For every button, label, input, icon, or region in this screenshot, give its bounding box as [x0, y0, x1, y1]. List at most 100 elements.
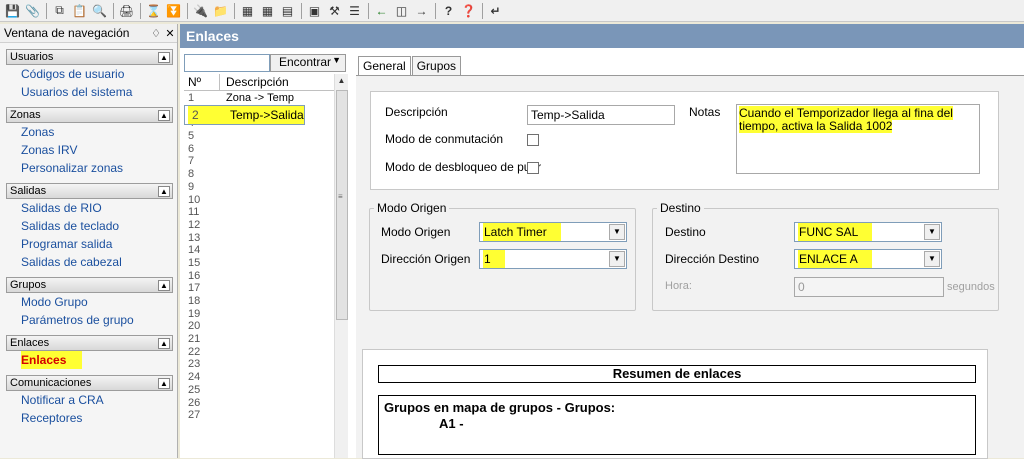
table-row[interactable]: 22 — [184, 346, 332, 359]
table-row[interactable]: 2 Temp->Salida — [184, 104, 305, 125]
table-row[interactable]: 15 — [184, 257, 332, 270]
list-scrollbar[interactable]: ▲ ≡ — [334, 74, 348, 458]
table-row[interactable]: 7 — [184, 155, 332, 168]
return-icon[interactable]: ↵ — [486, 1, 505, 20]
table-row[interactable]: 11 — [184, 206, 332, 219]
table-row[interactable]: 9 — [184, 181, 332, 194]
segundos-label: segundos — [947, 281, 995, 293]
chevron-down-icon[interactable]: ▼ — [609, 224, 625, 240]
find-input[interactable] — [184, 54, 270, 72]
nav-item-salidas-de-rio[interactable]: Salidas de RIO — [0, 199, 177, 217]
collapse-icon[interactable]: ▲ — [158, 109, 170, 121]
nav-item-personalizar-zonas[interactable]: Personalizar zonas — [0, 159, 177, 177]
nav-item-enlaces[interactable]: Enlaces — [0, 351, 177, 369]
back-arrow-icon[interactable]: ← — [372, 1, 391, 20]
modo-conmutacion-checkbox[interactable] — [527, 134, 539, 146]
destino-select[interactable]: FUNC SAL ▼ — [794, 222, 942, 242]
table-row[interactable]: 8 — [184, 168, 332, 181]
copy-icon[interactable]: ⧉ — [50, 1, 69, 20]
collapse-icon[interactable]: ▲ — [158, 279, 170, 291]
hourglass-icon[interactable]: ⌛ — [144, 1, 163, 20]
nav-item-zonas-irv[interactable]: Zonas IRV — [0, 141, 177, 159]
table-row[interactable]: 20 — [184, 320, 332, 333]
nav-group-enlaces: Enlaces ▲ Enlaces — [0, 335, 177, 369]
print-icon[interactable]: 🖨 — [117, 1, 136, 20]
tools-icon[interactable]: ⚒ — [325, 1, 344, 20]
table-row[interactable]: 13 — [184, 232, 332, 245]
save-icon[interactable]: 💾 — [3, 1, 22, 20]
chevron-down-icon[interactable]: ▼ — [609, 251, 625, 267]
nav-group-header[interactable]: Enlaces ▲ — [6, 335, 173, 351]
close-icon[interactable]: ✕ — [163, 27, 177, 40]
table-row[interactable]: 1 Zona -> Temp — [184, 92, 332, 105]
nav-item-zonas[interactable]: Zonas — [0, 123, 177, 141]
table-row[interactable]: 14 — [184, 244, 332, 257]
collapse-icon[interactable]: ▲ — [158, 337, 170, 349]
nav-group-header[interactable]: Salidas ▲ — [6, 183, 173, 199]
folder-icon[interactable]: 📁 — [211, 1, 230, 20]
modo-desbloqueo-checkbox[interactable] — [527, 162, 539, 174]
table-row[interactable]: 27 — [184, 409, 332, 422]
upload-icon[interactable]: ⏬ — [164, 1, 183, 20]
direccion-destino-select[interactable]: ENLACE A ▼ — [794, 249, 942, 269]
nav-group-header[interactable]: Comunicaciones ▲ — [6, 375, 173, 391]
table-row[interactable]: 16 — [184, 270, 332, 283]
direccion-origen-select[interactable]: 1 ▼ — [479, 249, 627, 269]
nav-item-parametros-de-grupo[interactable]: Parámetros de grupo — [0, 311, 177, 329]
attach-icon[interactable]: 📎 — [23, 1, 42, 20]
table-row[interactable]: 21 — [184, 333, 332, 346]
plug-icon[interactable]: 🔌 — [191, 1, 210, 20]
nav-item-usuarios-del-sistema[interactable]: Usuarios del sistema — [0, 83, 177, 101]
table-row[interactable]: 18 — [184, 295, 332, 308]
nav-item-salidas-de-cabezal[interactable]: Salidas de cabezal — [0, 253, 177, 271]
context-help-icon[interactable]: ❓ — [459, 1, 478, 20]
grid2-icon[interactable]: ▦ — [258, 1, 277, 20]
table-row[interactable]: 19 — [184, 308, 332, 321]
collapse-icon[interactable]: ▲ — [158, 377, 170, 389]
nav-item-salidas-de-teclado[interactable]: Salidas de teclado — [0, 217, 177, 235]
scrollbar-thumb[interactable] — [336, 90, 348, 320]
table-row[interactable]: 25 — [184, 384, 332, 397]
notas-textarea[interactable]: Cuando el Temporizador llega al fina del… — [736, 104, 980, 174]
nav-item-modo-grupo[interactable]: Modo Grupo — [0, 293, 177, 311]
grid-icon[interactable]: ▦ — [238, 1, 257, 20]
modo-origen-select[interactable]: Latch Timer ▼ — [479, 222, 627, 242]
help-icon[interactable]: ? — [439, 1, 458, 20]
nav-item-codigos-de-usuario[interactable]: Códigos de usuario — [0, 65, 177, 83]
nav-group-header[interactable]: Usuarios ▲ — [6, 49, 173, 65]
nav-item-notificar-a-cra[interactable]: Notificar a CRA — [0, 391, 177, 409]
descripcion-input[interactable]: Temp->Salida — [527, 105, 675, 125]
tab-grupos[interactable]: Grupos — [411, 56, 462, 76]
table-row[interactable]: 6 — [184, 143, 332, 156]
nav-group-label: Grupos — [10, 279, 47, 291]
table-row[interactable]: 10 — [184, 194, 332, 207]
column-header-num[interactable]: Nº — [184, 74, 220, 90]
paste-icon[interactable]: 📋 — [70, 1, 89, 20]
chevron-down-icon[interactable]: ▼ — [924, 224, 940, 240]
chevron-down-icon[interactable]: ▼ — [924, 251, 940, 267]
forward-arrow-icon[interactable]: → — [412, 1, 431, 20]
find-icon[interactable]: 🔍 — [90, 1, 109, 20]
table-row[interactable]: 24 — [184, 371, 332, 384]
panel-icon[interactable]: ◫ — [392, 1, 411, 20]
table-row[interactable]: 17 — [184, 282, 332, 295]
nav-item-receptores[interactable]: Receptores — [0, 409, 177, 427]
window-icon[interactable]: ▣ — [305, 1, 324, 20]
hora-input[interactable]: 0 — [794, 277, 944, 297]
table-row[interactable]: 12 — [184, 219, 332, 232]
collapse-icon[interactable]: ▲ — [158, 51, 170, 63]
nav-item-programar-salida[interactable]: Programar salida — [0, 235, 177, 253]
scroll-up-icon[interactable]: ▲ — [335, 74, 348, 88]
table-row[interactable]: 26 — [184, 397, 332, 410]
table-icon[interactable]: ▤ — [278, 1, 297, 20]
pin-icon[interactable]: ♢ — [149, 27, 163, 40]
find-button[interactable]: Encontrar ▼ — [270, 54, 346, 72]
tab-general[interactable]: General — [358, 56, 411, 77]
list-icon[interactable]: ☰ — [345, 1, 364, 20]
nav-group-header[interactable]: Zonas ▲ — [6, 107, 173, 123]
column-header-description[interactable]: Descripción — [220, 74, 334, 90]
nav-group-header[interactable]: Grupos ▲ — [6, 277, 173, 293]
table-row[interactable]: 23 — [184, 358, 332, 371]
table-row[interactable]: 5 — [184, 130, 332, 143]
collapse-icon[interactable]: ▲ — [158, 185, 170, 197]
